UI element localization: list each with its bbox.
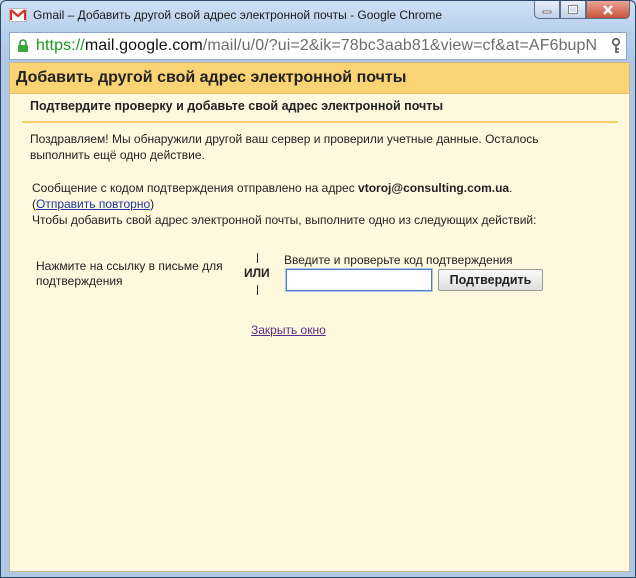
dialog-title: Добавить другой свой адрес электронной п… bbox=[16, 69, 407, 86]
window-controls bbox=[534, 1, 630, 21]
resend-link[interactable]: Отправить повторно bbox=[36, 197, 150, 211]
browser-window: Gmail – Добавить другой свой адрес элект… bbox=[0, 0, 636, 578]
minimize-button[interactable] bbox=[534, 1, 560, 19]
url-host: mail.google.com bbox=[84, 37, 203, 54]
divider bbox=[22, 121, 618, 123]
gmail-icon bbox=[9, 8, 27, 22]
dialog: Добавить другой свой адрес электронной п… bbox=[9, 62, 630, 572]
verification-code-input[interactable] bbox=[285, 268, 433, 292]
or-label: ИЛИ bbox=[244, 266, 270, 280]
divider-bar-bottom bbox=[257, 285, 258, 295]
window-title: Gmail – Добавить другой свой адрес элект… bbox=[33, 8, 443, 22]
code-label: Введите и проверьте код подтверждения bbox=[284, 253, 513, 267]
verification-message: Сообщение с кодом подтверждения отправле… bbox=[32, 180, 612, 228]
confirm-button[interactable]: Подтвердить bbox=[438, 269, 543, 291]
paren-close: ) bbox=[150, 197, 155, 211]
sent-text: Сообщение с кодом подтверждения отправле… bbox=[32, 181, 359, 195]
key-icon[interactable] bbox=[611, 37, 621, 59]
url-text[interactable]: https://mail.google.com/mail/u/0/?ui=2&i… bbox=[36, 37, 597, 55]
url-scheme: https:// bbox=[36, 37, 85, 54]
maximize-button[interactable] bbox=[560, 1, 586, 19]
close-button[interactable] bbox=[586, 1, 630, 19]
url-path: /mail/u/0/?ui=2&ik=78bc3aab81&view=cf&at… bbox=[202, 37, 598, 54]
title-bar[interactable]: Gmail – Добавить другой свой адрес элект… bbox=[1, 1, 635, 31]
lock-icon bbox=[17, 39, 29, 58]
email-address: vtoroj@consulting.com.ua bbox=[358, 181, 510, 195]
divider-bar-top bbox=[257, 253, 258, 263]
close-window-link[interactable]: Закрыть окно bbox=[251, 323, 326, 337]
minimize-icon bbox=[542, 10, 552, 13]
close-icon bbox=[603, 4, 613, 15]
address-bar[interactable]: https://mail.google.com/mail/u/0/?ui=2&i… bbox=[9, 32, 627, 60]
instruction-text: Чтобы добавить свой адрес электронной по… bbox=[32, 213, 537, 227]
sent-text-suffix: . bbox=[509, 181, 513, 195]
maximize-icon bbox=[568, 5, 578, 14]
dialog-subtitle: Подтвердите проверку и добавьте свой адр… bbox=[30, 99, 444, 113]
congrats-text: Поздравляем! Мы обнаружили другой ваш се… bbox=[30, 132, 539, 162]
option-click-link: Нажмите на ссылку в письме для подтвержд… bbox=[36, 259, 223, 288]
